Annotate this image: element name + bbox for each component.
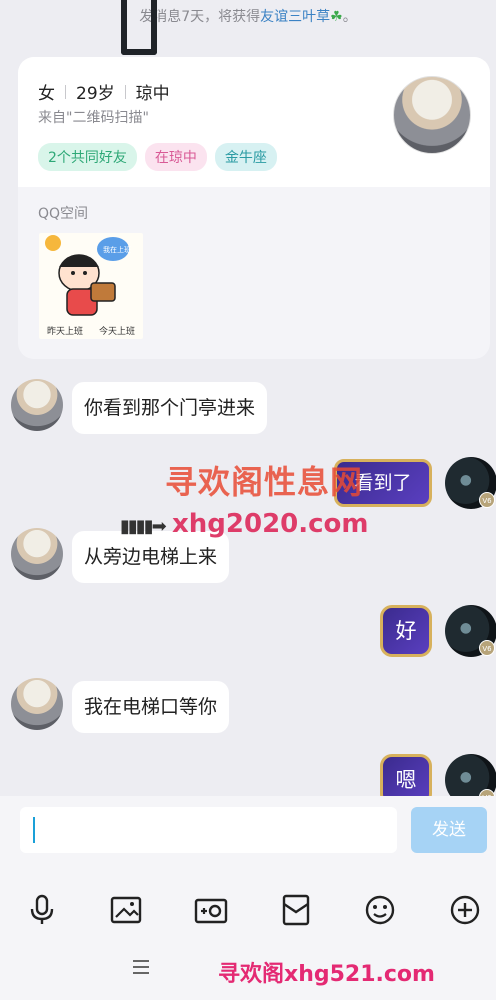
profile-card[interactable]: 女 29岁 琼中 来自"二维码扫描" 2个共同好友 在琼中 金牛座 QQ空间 我… [18, 57, 490, 359]
thumb-caption-right: 今天上班 [98, 327, 135, 337]
microphone-icon[interactable] [24, 892, 60, 928]
tip-prefix: 发消息7天，将获得 [139, 9, 261, 25]
camera-icon[interactable] [193, 892, 229, 928]
plus-icon[interactable] [447, 892, 483, 928]
profile-age: 29岁 [76, 84, 115, 104]
image-icon[interactable] [108, 892, 144, 928]
divider [65, 84, 66, 99]
watermark-url: xhg2020.com [172, 509, 369, 539]
friendship-tip: 发消息7天，将获得友谊三叶草☘。 [0, 0, 496, 30]
profile-gender: 女 [38, 84, 55, 104]
contact-avatar[interactable] [11, 528, 63, 580]
emoji-icon[interactable] [362, 892, 398, 928]
message-bubble[interactable]: 你看到那个门亭进来 [72, 382, 268, 434]
profile-avatar[interactable] [393, 76, 471, 154]
clover-icon: ☘ [330, 9, 343, 25]
tag-zodiac[interactable]: 金牛座 [214, 143, 277, 171]
menu-icon[interactable] [131, 958, 151, 980]
input-toolbar [0, 892, 496, 932]
tag-location[interactable]: 在琼中 [144, 143, 207, 171]
thumb-caption-left: 昨天上班 [46, 327, 83, 337]
tip-highlight[interactable]: 友谊三叶草 [260, 9, 330, 25]
level-badge: V6 [479, 640, 495, 656]
text-caret [33, 817, 35, 843]
thumb-caption: 昨天上班 今天上班 [39, 324, 143, 337]
contact-avatar[interactable] [11, 678, 63, 730]
profile-info-line: 女 29岁 琼中 [38, 79, 170, 104]
watermark-bottom: 寻欢阁xhg521.com [218, 962, 435, 987]
message-bubble[interactable]: 我在电梯口等你 [72, 681, 230, 733]
qq-space-label: QQ空间 [38, 206, 89, 222]
profile-tags: 2个共同好友 在琼中 金牛座 [38, 143, 277, 171]
divider [124, 84, 126, 99]
profile-source: 来自"二维码扫描" [38, 110, 149, 126]
profile-header: 女 29岁 琼中 来自"二维码扫描" 2个共同好友 在琼中 金牛座 [18, 57, 490, 187]
send-button[interactable]: 发送 [411, 807, 487, 853]
level-badge: V6 [479, 492, 495, 508]
qq-space-thumbnail[interactable]: 我在上班 昨天上班 今天上班 [39, 233, 143, 339]
contact-avatar[interactable] [11, 379, 63, 431]
watermark-text: 寻欢阁性息网 [165, 463, 364, 501]
red-packet-icon[interactable] [278, 892, 314, 928]
scroll-handle[interactable] [121, 0, 157, 55]
sticker-message[interactable]: 好 [380, 605, 432, 657]
profile-location: 琼中 [135, 84, 170, 104]
message-input[interactable] [20, 807, 397, 853]
tip-suffix: 。 [342, 9, 357, 25]
thumb-bubble-text: 我在上班 [103, 246, 131, 254]
tag-mutual-friends[interactable]: 2个共同好友 [38, 143, 137, 171]
arrow-icon: ▮▮▮▮➡ [120, 516, 167, 537]
